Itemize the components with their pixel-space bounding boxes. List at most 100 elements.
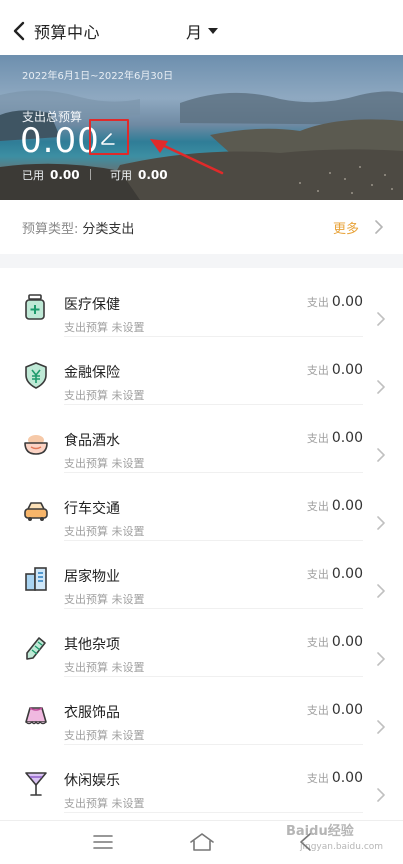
section-divider <box>0 254 403 268</box>
category-spent: 支出 0.00 <box>307 566 363 582</box>
category-spent: 支出 0.00 <box>307 702 363 718</box>
category-name: 行车交通 <box>64 501 120 517</box>
available-label: 可用 <box>110 169 132 182</box>
category-item-clothing[interactable]: 衣服饰品 支出预算 未设置 支出 0.00 <box>0 696 403 764</box>
more-link[interactable]: 更多 <box>333 218 359 237</box>
category-name: 休闲娱乐 <box>64 773 120 789</box>
spent-label: 支出 <box>306 500 329 513</box>
budget-label: 支出预算 <box>64 457 108 470</box>
category-spent: 支出 0.00 <box>307 362 363 378</box>
budget-status: 未设置 <box>111 457 145 470</box>
category-item-misc[interactable]: 其他杂项 支出预算 未设置 支出 0.00 <box>0 628 403 696</box>
spent-label: 支出 <box>306 432 329 445</box>
divider <box>90 169 91 180</box>
spent-value: 0.00 <box>331 566 363 582</box>
chevron-right-icon <box>377 312 385 326</box>
building-icon <box>25 567 47 591</box>
chevron-right-icon <box>377 516 385 530</box>
row-divider <box>64 676 363 677</box>
category-name: 食品酒水 <box>64 433 120 449</box>
category-spent: 支出 0.00 <box>307 770 363 786</box>
car-icon <box>24 502 48 521</box>
medicine-icon <box>25 294 45 320</box>
spent-value: 0.00 <box>331 362 363 378</box>
category-budget-status: 支出预算 未设置 <box>64 387 145 403</box>
chevron-right-icon <box>377 720 385 734</box>
category-spent: 支出 0.00 <box>307 634 363 650</box>
food-bowl-icon <box>24 435 48 455</box>
category-item-food[interactable]: 食品酒水 支出预算 未设置 支出 0.00 <box>0 424 403 492</box>
category-item-finance[interactable]: 金融保险 支出预算 未设置 支出 0.00 <box>0 356 403 424</box>
budget-type-label: 预算类型: 分类支出 <box>22 218 134 237</box>
category-budget-status: 支出预算 未设置 <box>64 319 145 335</box>
budget-type-caption: 预算类型: <box>22 222 79 237</box>
category-name: 金融保险 <box>64 365 120 381</box>
budget-label: 支出预算 <box>64 389 108 402</box>
spent-value: 0.00 <box>331 430 363 446</box>
budget-label: 支出预算 <box>64 797 108 810</box>
back-button[interactable]: 预算中心 <box>12 18 112 44</box>
used-value: 0.00 <box>50 168 80 182</box>
category-name: 其他杂项 <box>64 637 120 653</box>
spent-value: 0.00 <box>331 702 363 718</box>
spent-value: 0.00 <box>331 498 363 514</box>
budget-summary-banner: 2022年6月1日~2022年6月30日 支出总预算 0.00 已用 0.00 … <box>0 55 403 200</box>
spent-label: 支出 <box>306 772 329 785</box>
available-value: 0.00 <box>138 168 168 182</box>
watermark-logo: Baidu经验 <box>286 824 354 839</box>
cocktail-icon <box>25 772 47 796</box>
period-selector[interactable]: 月 <box>186 19 219 43</box>
category-budget-status: 支出预算 未设置 <box>64 455 145 471</box>
category-budget-status: 支出预算 未设置 <box>64 795 145 811</box>
period-label: 月 <box>186 23 203 42</box>
category-name: 居家物业 <box>64 569 120 585</box>
budget-type-row[interactable]: 预算类型: 分类支出 更多 <box>0 200 403 254</box>
pencil-edit-icon <box>101 133 115 145</box>
row-divider <box>64 336 363 337</box>
category-spent: 支出 0.00 <box>307 430 363 446</box>
watermark-url: jingyan.baidu.com <box>300 842 384 852</box>
category-item-home[interactable]: 居家物业 支出预算 未设置 支出 0.00 <box>0 560 403 628</box>
spent-label: 支出 <box>306 704 329 717</box>
row-divider <box>64 812 363 813</box>
row-divider <box>64 472 363 473</box>
category-budget-status: 支出预算 未设置 <box>64 523 145 539</box>
spent-label: 支出 <box>306 636 329 649</box>
category-item-transport[interactable]: 行车交通 支出预算 未设置 支出 0.00 <box>0 492 403 560</box>
category-spent: 支出 0.00 <box>307 498 363 514</box>
row-divider <box>64 540 363 541</box>
category-spent: 支出 0.00 <box>307 294 363 310</box>
spent-label: 支出 <box>306 568 329 581</box>
category-budget-status: 支出预算 未设置 <box>64 591 145 607</box>
budget-status: 未设置 <box>111 593 145 606</box>
budget-type-value: 分类支出 <box>82 222 135 237</box>
spent-value: 0.00 <box>331 634 363 650</box>
category-name: 衣服饰品 <box>64 705 120 721</box>
clothing-icon <box>25 707 47 725</box>
used-label: 已用 <box>22 169 44 182</box>
menu-icon[interactable] <box>92 833 114 851</box>
category-name: 医疗保健 <box>64 297 120 313</box>
spent-value: 0.00 <box>331 770 363 786</box>
chevron-right-icon <box>377 448 385 462</box>
budget-status: 未设置 <box>111 661 145 674</box>
chevron-left-icon <box>13 21 25 41</box>
chevron-right-icon <box>377 584 385 598</box>
budget-label: 支出预算 <box>64 661 108 674</box>
budget-status: 未设置 <box>111 389 145 402</box>
budget-label: 支出预算 <box>64 593 108 606</box>
home-icon[interactable] <box>188 830 216 854</box>
page-title: 预算中心 <box>34 23 101 42</box>
spent-label: 支出 <box>306 364 329 377</box>
date-range: 2022年6月1日~2022年6月30日 <box>22 71 174 82</box>
category-budget-status: 支出预算 未设置 <box>64 659 145 675</box>
used-amount: 已用 0.00 <box>22 167 80 183</box>
edit-budget-button[interactable] <box>89 119 129 155</box>
top-navigation-bar: 预算中心 月 <box>0 0 403 55</box>
category-budget-status: 支出预算 未设置 <box>64 727 145 743</box>
budget-status: 未设置 <box>111 321 145 334</box>
budget-status: 未设置 <box>111 797 145 810</box>
caret-down-icon <box>208 28 219 34</box>
category-item-medical[interactable]: 医疗保健 支出预算 未设置 支出 0.00 <box>0 288 403 356</box>
budget-label: 支出预算 <box>64 321 108 334</box>
